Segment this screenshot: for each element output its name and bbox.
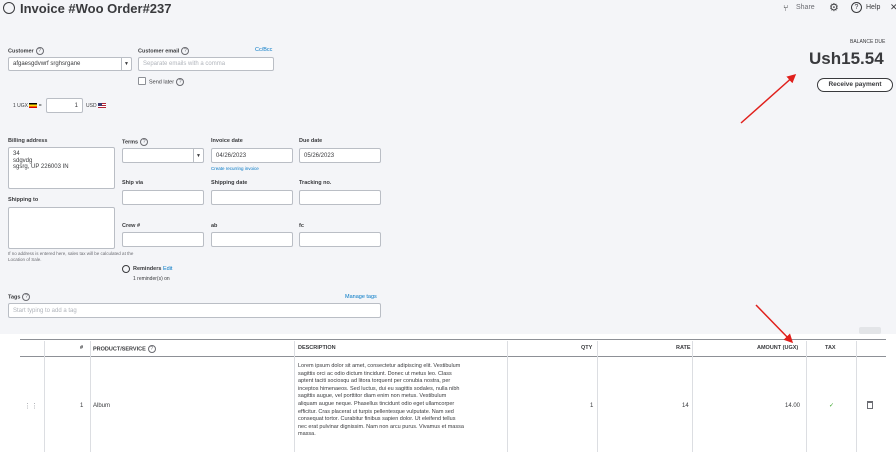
arrow-to-balance xyxy=(740,74,797,124)
annotation-arrows xyxy=(740,74,797,344)
arrow-to-amount-header xyxy=(755,304,794,344)
